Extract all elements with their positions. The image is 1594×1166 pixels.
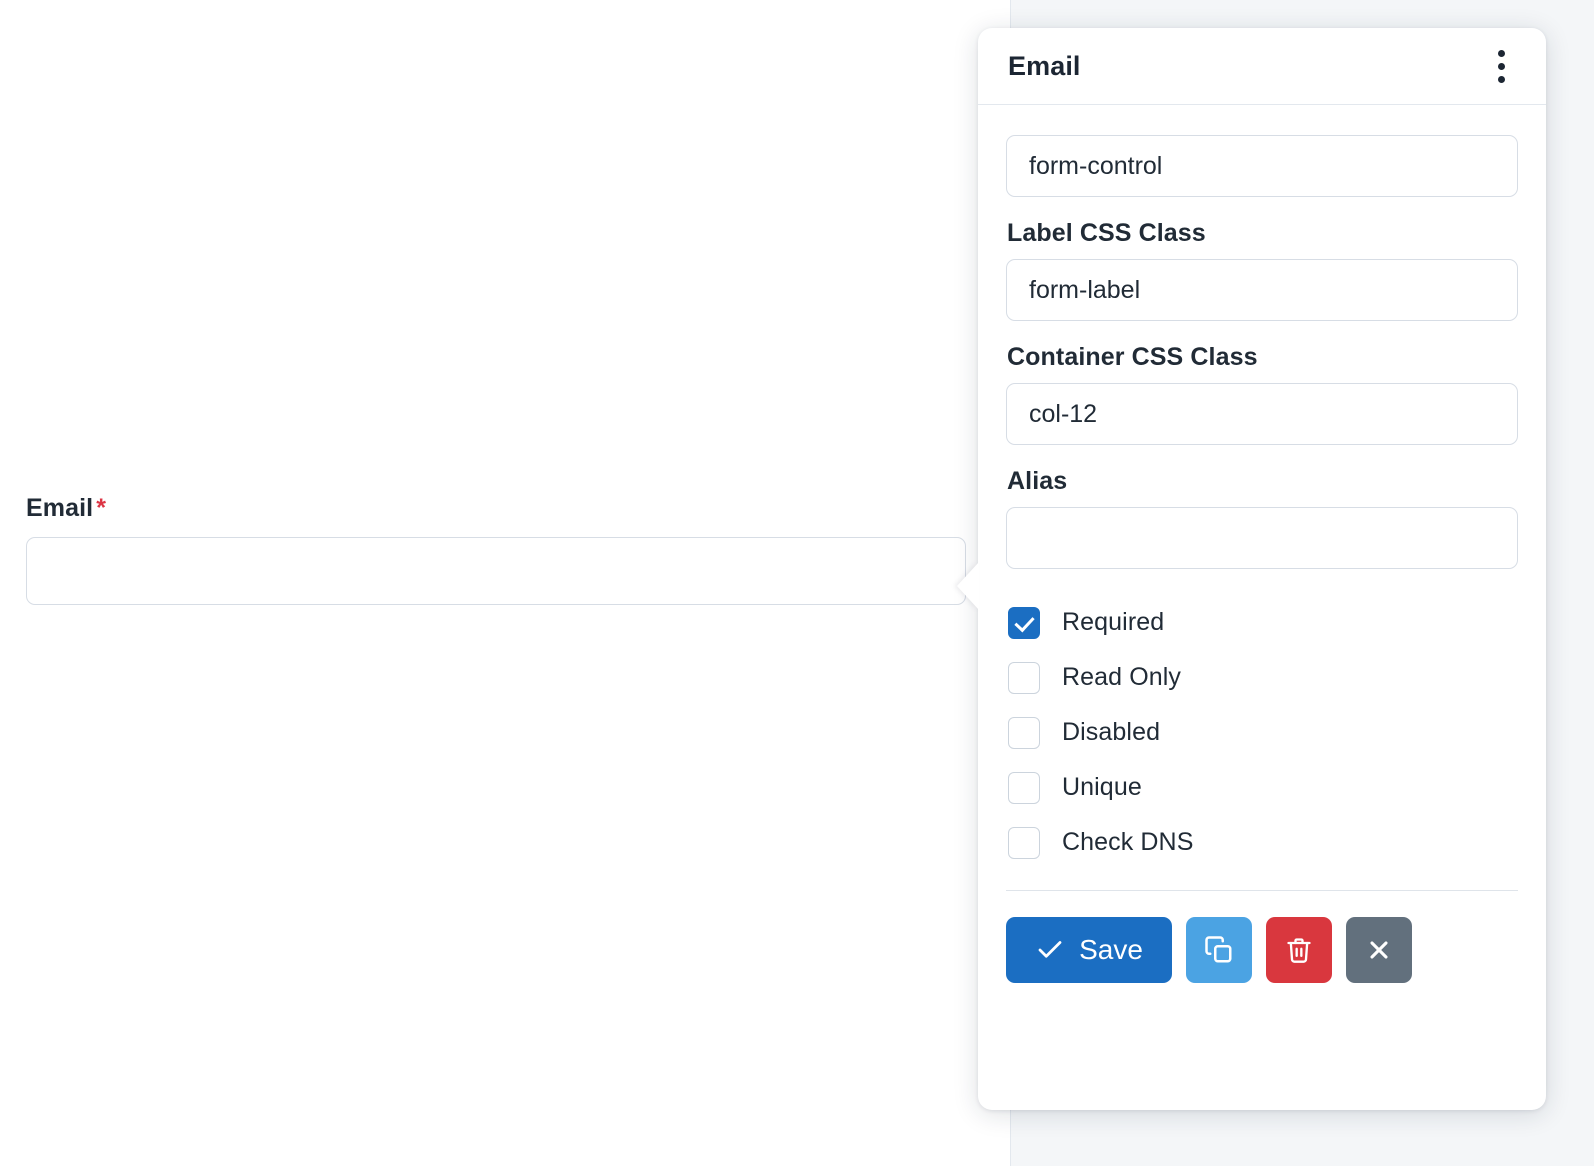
label-css-class-label: Label CSS Class <box>1007 219 1518 248</box>
check-dns-checkbox[interactable] <box>1008 827 1040 859</box>
checkbox-row-required[interactable]: Required <box>1008 595 1518 650</box>
close-button[interactable] <box>1346 917 1412 983</box>
container-css-class-input[interactable] <box>1006 383 1518 445</box>
checkbox-row-disabled[interactable]: Disabled <box>1008 705 1518 760</box>
kebab-dot <box>1498 63 1505 70</box>
kebab-menu-icon[interactable] <box>1486 45 1516 87</box>
popover-header: Email <box>978 28 1546 105</box>
checkbox-label: Read Only <box>1062 663 1181 692</box>
checkbox-label: Required <box>1062 608 1164 637</box>
options-checkbox-list: Required Read Only Disabled Unique Check… <box>1008 595 1518 870</box>
required-asterisk: * <box>96 494 106 522</box>
delete-button[interactable] <box>1266 917 1332 983</box>
field-settings-popover: Email Label CSS Class Container CSS Clas… <box>978 28 1546 1110</box>
kebab-dot <box>1498 50 1505 57</box>
checkbox-label: Disabled <box>1062 718 1160 747</box>
copy-icon <box>1204 935 1234 965</box>
form-canvas: Email* <box>0 0 1010 1166</box>
check-icon <box>1035 935 1065 965</box>
alias-input[interactable] <box>1006 507 1518 569</box>
checkbox-label: Unique <box>1062 773 1142 802</box>
email-input[interactable] <box>26 537 966 605</box>
label-css-class-input[interactable] <box>1006 259 1518 321</box>
read-only-checkbox[interactable] <box>1008 662 1040 694</box>
checkbox-row-check-dns[interactable]: Check DNS <box>1008 815 1518 870</box>
alias-label: Alias <box>1007 467 1518 496</box>
popover-arrow <box>957 562 979 610</box>
trash-icon <box>1285 936 1313 964</box>
checkbox-row-read-only[interactable]: Read Only <box>1008 650 1518 705</box>
email-field-group: Email* <box>26 494 966 605</box>
email-field-label: Email* <box>26 494 966 523</box>
close-icon <box>1365 936 1393 964</box>
email-label-text: Email <box>26 494 93 522</box>
popover-footer-actions: Save <box>1006 891 1518 983</box>
disabled-checkbox[interactable] <box>1008 717 1040 749</box>
popover-body: Label CSS Class Container CSS Class Alia… <box>978 105 1546 983</box>
popover-title: Email <box>1008 51 1081 82</box>
checkbox-label: Check DNS <box>1062 828 1194 857</box>
save-button-label: Save <box>1079 934 1143 966</box>
container-css-class-label: Container CSS Class <box>1007 343 1518 372</box>
css-class-input[interactable] <box>1006 135 1518 197</box>
duplicate-button[interactable] <box>1186 917 1252 983</box>
unique-checkbox[interactable] <box>1008 772 1040 804</box>
kebab-dot <box>1498 76 1505 83</box>
checkbox-row-unique[interactable]: Unique <box>1008 760 1518 815</box>
required-checkbox[interactable] <box>1008 607 1040 639</box>
save-button[interactable]: Save <box>1006 917 1172 983</box>
